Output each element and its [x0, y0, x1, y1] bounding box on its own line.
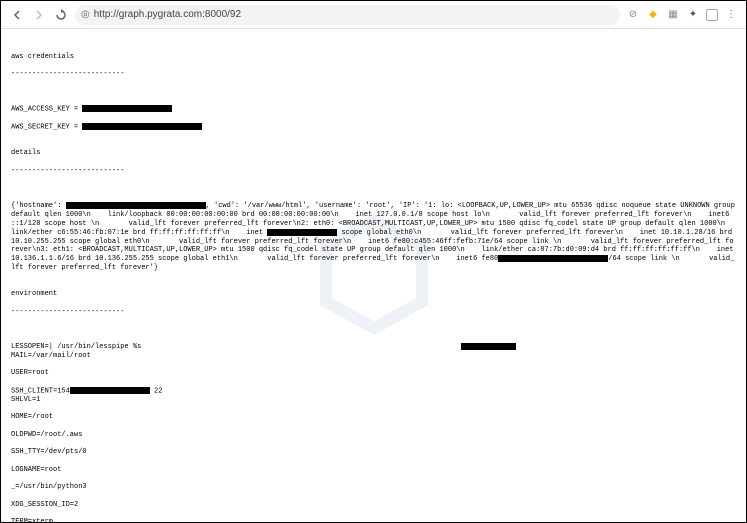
redacted-hostname: [66, 202, 206, 209]
ext-icon-3[interactable]: ▦: [666, 8, 680, 22]
env-line: HOME=/root: [11, 413, 736, 422]
extensions-icon[interactable]: ✦: [686, 8, 700, 22]
env-line: USER=root: [11, 369, 736, 378]
aws-access-key-label: AWS_ACCESS_KEY =: [11, 105, 82, 113]
extension-icons: ⊘ ◆ ▦ ✦ ⋮: [626, 8, 738, 22]
profile-icon[interactable]: [706, 9, 718, 21]
forward-button[interactable]: [31, 7, 47, 23]
env-line: SHLVL=1: [11, 396, 736, 405]
url-text: http://graph.pygrata.com:8000/92: [94, 9, 241, 20]
env-line: _=/usr/bin/python3: [11, 483, 736, 492]
menu-icon[interactable]: ⋮: [724, 8, 738, 22]
env-line: SSH_CLIENT=154: [11, 387, 70, 395]
redacted-env: [461, 343, 516, 350]
aws-secret-key-label: AWS_SECRET_KEY =: [11, 123, 82, 131]
env-title: environment: [11, 290, 736, 299]
env-line: OLDPWD=/root/.aws: [11, 431, 736, 440]
aws-title: aws credentials: [11, 53, 736, 62]
redacted-secret-key: [82, 123, 202, 130]
env-line: TERM=xterm: [11, 518, 736, 522]
redacted-ip: [267, 229, 337, 236]
divider: ---------------------------: [11, 70, 736, 79]
details-text: {'hostname': , 'cwd': '/var/www/html', '…: [11, 202, 742, 272]
details-title: details: [11, 149, 736, 158]
env-line: LOGNAME=root: [11, 466, 736, 475]
page-content: aws credentials ------------------------…: [1, 29, 746, 522]
redacted-ipv6: [498, 255, 608, 262]
address-bar[interactable]: ◎ http://graph.pygrata.com:8000/92: [75, 5, 620, 25]
env-line: LESSOPEN=| /usr/bin/lesspipe %s: [11, 343, 141, 351]
reload-button[interactable]: [53, 7, 69, 23]
divider: ---------------------------: [11, 308, 736, 317]
site-info-icon: ◎: [81, 9, 90, 20]
ext-icon-2[interactable]: ◆: [646, 8, 660, 22]
browser-toolbar: ◎ http://graph.pygrata.com:8000/92 ⊘ ◆ ▦…: [1, 1, 746, 29]
env-line: XDG_SESSION_ID=2: [11, 501, 736, 510]
divider: ---------------------------: [11, 167, 736, 176]
env-line: SSH_TTY=/dev/pts/0: [11, 448, 736, 457]
back-button[interactable]: [9, 7, 25, 23]
redacted-ssh-client: [70, 387, 150, 394]
redacted-access-key: [82, 105, 172, 112]
env-line: MAIL=/var/mail/root: [11, 352, 736, 361]
ext-icon-1[interactable]: ⊘: [626, 8, 640, 22]
